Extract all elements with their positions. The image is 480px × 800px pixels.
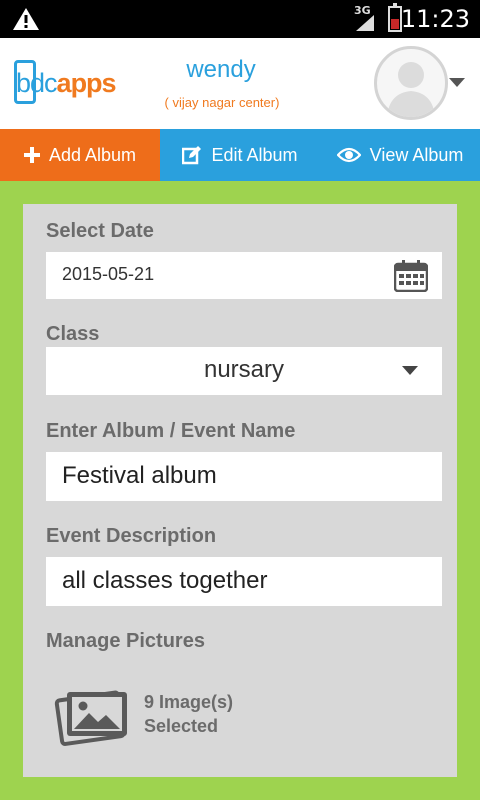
event-description-label: Event Description xyxy=(46,525,217,547)
event-description-input[interactable]: all classes together xyxy=(46,557,442,606)
album-name-label: Enter Album / Event Name xyxy=(46,420,296,442)
tab-view-album-label: View Album xyxy=(369,144,464,165)
eye-icon xyxy=(336,147,361,163)
manage-pictures-label: Manage Pictures xyxy=(46,630,205,652)
event-description-value: all classes together xyxy=(62,567,268,594)
images-count-text: 9 Image(s) xyxy=(144,692,234,712)
images-selected-text: Selected xyxy=(144,716,219,736)
date-value: 2015-05-21 xyxy=(62,264,155,284)
album-name-input[interactable]: Festival album xyxy=(46,452,442,501)
date-field[interactable]: 2015-05-21 xyxy=(46,252,442,299)
tab-view-album[interactable]: View Album xyxy=(320,129,480,181)
class-select[interactable]: nursary xyxy=(46,347,442,395)
tab-edit-album-label: Edit Album xyxy=(211,144,298,165)
pictures-icon[interactable] xyxy=(53,686,131,748)
dropdown-arrow-icon xyxy=(402,366,418,375)
user-name: wendy xyxy=(186,56,256,83)
user-center: ( vijay nagar center) xyxy=(164,95,280,110)
class-label: Class xyxy=(46,323,100,345)
user-placeholder-icon xyxy=(387,62,435,117)
select-date-label: Select Date xyxy=(46,220,154,242)
plus-icon xyxy=(23,147,40,163)
tab-add-album[interactable]: Add Album xyxy=(0,129,160,181)
status-bar: 3G 11:23 xyxy=(0,0,480,38)
avatar[interactable] xyxy=(374,46,448,120)
class-value: nursary xyxy=(203,356,285,383)
logo-text-bdc: bdc xyxy=(16,68,58,98)
selected-images-count: 9 Image(s) Selected xyxy=(144,690,233,738)
edit-icon xyxy=(182,146,202,165)
chevron-down-icon[interactable] xyxy=(449,78,465,87)
logo-text-apps: apps xyxy=(56,68,117,98)
warning-icon xyxy=(13,8,39,30)
calendar-icon[interactable] xyxy=(394,260,428,292)
album-tabs: Add Album Edit Album View Album xyxy=(0,129,480,181)
bdcapps-logo: bdcapps xyxy=(14,58,124,114)
album-name-value: Festival album xyxy=(62,462,217,489)
tab-edit-album[interactable]: Edit Album xyxy=(160,129,320,181)
tab-add-album-label: Add Album xyxy=(48,144,137,165)
status-time: 11:23 xyxy=(400,5,470,33)
signal-icon xyxy=(356,15,374,31)
